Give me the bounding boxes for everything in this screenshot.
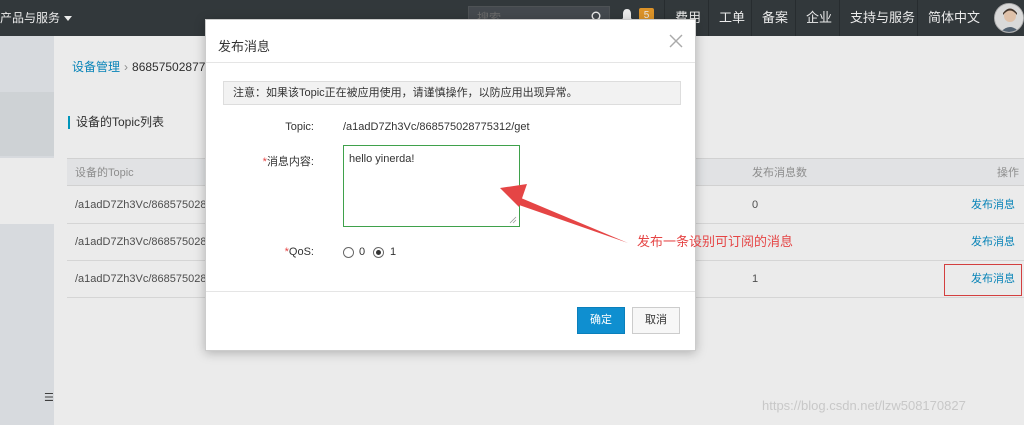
resize-grip-icon[interactable] [509, 216, 517, 224]
watermark: https://blog.csdn.net/lzw508170827 [762, 398, 966, 413]
cancel-button[interactable]: 取消 [632, 307, 680, 334]
divider [206, 291, 695, 292]
dialog-title: 发布消息 [218, 39, 271, 54]
qos-1-radio[interactable] [373, 247, 384, 258]
message-content-textarea[interactable]: hello yinerda! [343, 145, 520, 227]
annotation-text: 发布一条设别可订阅的消息 [637, 234, 794, 249]
topic-label: Topic: [285, 121, 314, 133]
qos-0-label: 0 [359, 246, 366, 258]
topic-value: /a1adD7Zh3Vc/868575028775312/get [343, 121, 530, 133]
qos-label-text: QoS: [288, 246, 314, 258]
divider [206, 62, 695, 63]
content-label: *消息内容: [214, 153, 314, 169]
close-icon[interactable] [668, 33, 684, 49]
warning-notice: 注意：如果该Topic正在被应用使用，请谨慎操作，以防应用出现异常。 [223, 81, 681, 105]
qos-1-label: 1 [390, 246, 397, 258]
qos-label: *QoS: [214, 246, 314, 258]
qos-0-radio[interactable] [343, 247, 354, 258]
confirm-button[interactable]: 确定 [577, 307, 625, 334]
publish-message-dialog: 发布消息 注意：如果该Topic正在被应用使用，请谨慎操作，以防应用出现异常。 … [205, 19, 696, 351]
content-label-text: 消息内容: [266, 156, 314, 168]
